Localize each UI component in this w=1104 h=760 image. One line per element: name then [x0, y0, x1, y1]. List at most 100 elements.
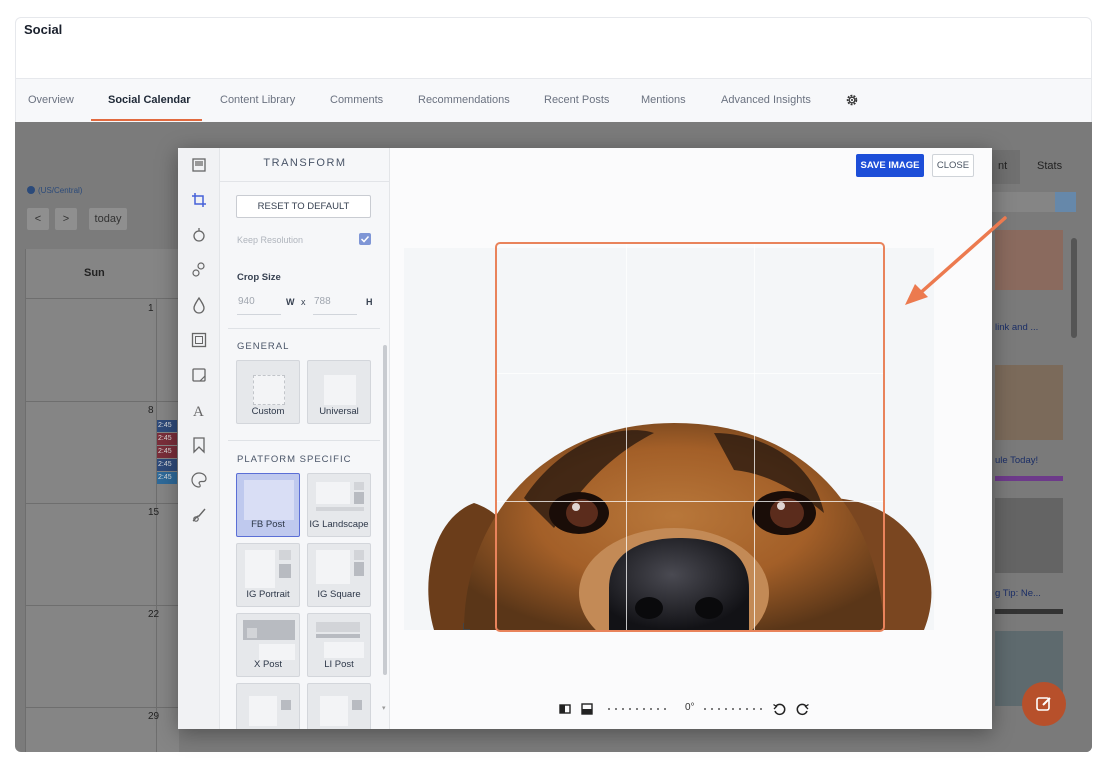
- rotate-right-icon[interactable]: [796, 702, 810, 716]
- preset-thumb: [244, 480, 294, 520]
- post-caption[interactable]: link and ...: [995, 322, 1063, 333]
- crop-height-input[interactable]: 788: [313, 289, 357, 315]
- preset-x-post[interactable]: X Post: [236, 613, 300, 677]
- preset-thumb: [253, 375, 285, 405]
- bookmark-icon[interactable]: [190, 436, 208, 454]
- scrollbar[interactable]: [1071, 238, 1077, 338]
- palette-icon[interactable]: [190, 471, 208, 489]
- crop-frame[interactable]: [495, 242, 885, 632]
- calendar-day[interactable]: 22: [148, 609, 159, 620]
- preset-ig-portrait[interactable]: IG Portrait: [236, 543, 300, 607]
- tab-recent-posts[interactable]: Recent Posts: [544, 79, 609, 122]
- timezone-label: (US/Central): [27, 186, 82, 195]
- tab-comments[interactable]: Comments: [330, 79, 383, 122]
- text-icon[interactable]: A: [190, 401, 208, 419]
- calendar-event[interactable]: 2:45: [157, 433, 177, 445]
- preset-thumb: [279, 564, 291, 578]
- crop-size-label: Crop Size: [237, 272, 281, 283]
- preset-label: X Post: [254, 659, 282, 670]
- tabs-bar: Overview Social Calendar Content Library…: [15, 79, 1092, 122]
- rotate-left-icon[interactable]: [772, 702, 786, 716]
- post-thumbnail[interactable]: [995, 230, 1063, 290]
- times-label: x: [301, 297, 306, 307]
- panel-scrollbar[interactable]: [383, 345, 387, 675]
- adjust-icon[interactable]: [190, 261, 208, 279]
- preset-more[interactable]: [307, 683, 371, 729]
- app-title: Social: [24, 22, 63, 37]
- tab-recommendations[interactable]: Recommendations: [418, 79, 510, 122]
- preset-more[interactable]: [236, 683, 300, 729]
- calendar-event[interactable]: 2:45: [157, 420, 177, 432]
- reset-to-default-button[interactable]: RESET TO DEFAULT: [236, 195, 371, 218]
- transform-panel: TRANSFORM RESET TO DEFAULT Keep Resoluti…: [220, 148, 390, 729]
- flip-vertical-icon[interactable]: [580, 702, 594, 716]
- tab-social-calendar[interactable]: Social Calendar: [108, 79, 191, 122]
- preset-thumb: [354, 550, 364, 560]
- calendar-grid: Sun 1 8 15 22 29: [25, 249, 180, 752]
- frame-icon[interactable]: [190, 156, 208, 174]
- preset-thumb: [354, 482, 364, 490]
- keep-resolution-checkbox[interactable]: [359, 233, 371, 245]
- post-caption[interactable]: g Tip: Ne...: [995, 588, 1063, 599]
- search-button[interactable]: [1055, 192, 1076, 212]
- prev-button[interactable]: <: [27, 208, 49, 230]
- close-button[interactable]: CLOSE: [932, 154, 974, 177]
- preset-thumb: [247, 628, 257, 638]
- day-header-sun: Sun: [84, 267, 105, 279]
- preset-thumb: [320, 696, 348, 726]
- calendar-day[interactable]: 1: [148, 303, 154, 314]
- platform-section-label: PLATFORM SPECIFIC: [237, 454, 352, 465]
- brush-icon[interactable]: [190, 506, 208, 524]
- tab-stats[interactable]: Stats: [1037, 160, 1062, 172]
- drop-icon[interactable]: [190, 296, 208, 314]
- compose-button[interactable]: [1022, 682, 1066, 726]
- save-image-button[interactable]: SAVE IMAGE: [856, 154, 924, 177]
- today-button[interactable]: today: [89, 208, 127, 230]
- crop-corner-handle[interactable]: [463, 623, 470, 630]
- preset-thumb: [249, 696, 277, 726]
- filter-icon[interactable]: [190, 226, 208, 244]
- preset-ig-square[interactable]: IG Square: [307, 543, 371, 607]
- divider: [228, 328, 380, 329]
- calendar-event[interactable]: 2:45: [157, 472, 177, 484]
- crop-width-input[interactable]: 940: [237, 289, 281, 315]
- rotation-slider-left[interactable]: [608, 708, 671, 710]
- calendar-day[interactable]: 15: [148, 507, 159, 518]
- preset-label: FB Post: [251, 519, 285, 530]
- crop-icon[interactable]: [190, 191, 208, 209]
- preset-label: Universal: [319, 406, 359, 417]
- preset-thumb: [324, 375, 356, 405]
- tab-advanced-insights[interactable]: Advanced Insights: [721, 79, 811, 122]
- preset-ig-landscape[interactable]: IG Landscape: [307, 473, 371, 537]
- sticker-icon[interactable]: [190, 366, 208, 384]
- gear-icon[interactable]: [845, 93, 859, 107]
- preset-fb-post[interactable]: FB Post: [236, 473, 300, 537]
- calendar-event[interactable]: 2:45: [157, 446, 177, 458]
- preset-thumb: [354, 562, 364, 576]
- preset-thumb: [324, 642, 364, 658]
- crop-grid-line: [625, 244, 627, 630]
- preset-thumb: [316, 550, 350, 584]
- calendar-event[interactable]: 2:45: [157, 459, 177, 471]
- tab-content-library[interactable]: Content Library: [220, 79, 295, 122]
- border-icon[interactable]: [190, 331, 208, 349]
- post-thumbnail[interactable]: [995, 365, 1063, 440]
- next-button[interactable]: >: [55, 208, 77, 230]
- flip-horizontal-icon[interactable]: [558, 702, 572, 716]
- post-thumbnail[interactable]: [995, 498, 1063, 573]
- post-caption[interactable]: ule Today!: [995, 455, 1063, 466]
- tab-mentions[interactable]: Mentions: [641, 79, 686, 122]
- calendar-day[interactable]: 29: [148, 711, 159, 722]
- rotation-slider-right[interactable]: [704, 708, 767, 710]
- tab-overview[interactable]: Overview: [28, 79, 74, 122]
- tab-content-partial[interactable]: nt: [998, 160, 1007, 172]
- calendar-day[interactable]: 8: [148, 405, 154, 416]
- preset-custom[interactable]: Custom: [236, 360, 300, 424]
- svg-text:A: A: [193, 404, 204, 419]
- scroll-down-icon[interactable]: ▾: [382, 704, 386, 712]
- preset-label: IG Square: [317, 589, 361, 600]
- preset-li-post[interactable]: LI Post: [307, 613, 371, 677]
- preset-universal[interactable]: Universal: [307, 360, 371, 424]
- preset-label: LI Post: [324, 659, 354, 670]
- globe-icon: [27, 186, 35, 194]
